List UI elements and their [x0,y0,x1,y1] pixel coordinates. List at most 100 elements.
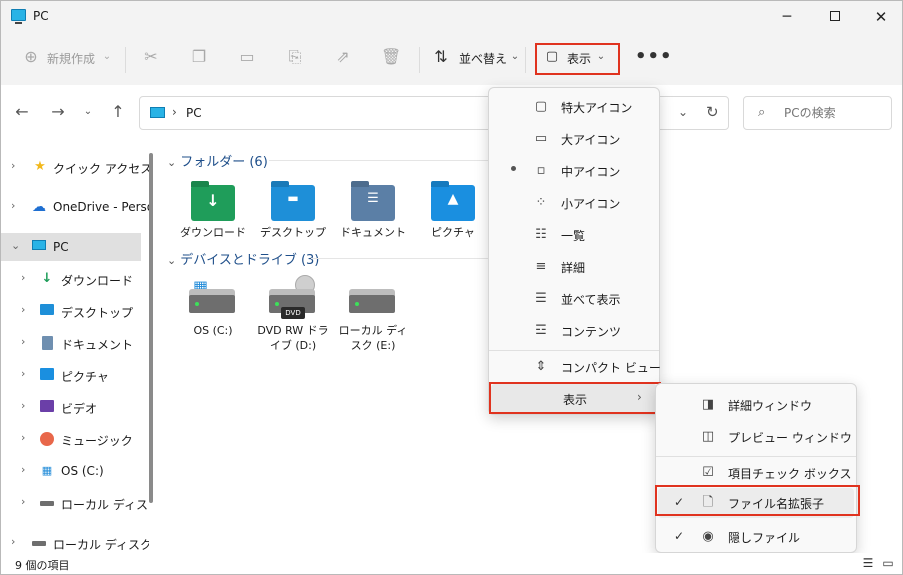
chevron-down-icon: ⌄ [102,51,112,62]
video-icon [40,400,54,414]
show-item-highlight [489,382,661,414]
submenu-item-label: 隠しファイル [728,531,801,545]
menu-divider [489,350,659,351]
large-icons-view-icon[interactable]: ▭ [881,556,895,570]
share-icon[interactable]: ⇗ [333,47,353,67]
group-title: フォルダー (6) [180,155,268,170]
sidebar-item-videos[interactable]: › ビデオ [1,393,141,421]
submenu-item-details-pane[interactable]: ◨ 詳細ウィンドウ [658,390,854,420]
view-menu: ▢ 特大アイコン ▭ 大アイコン ▫ 中アイコン ⁘ 小アイコン ☷ 一覧 ≡ … [488,87,661,415]
search-input[interactable] [784,104,884,122]
rename-icon[interactable]: ⎘ [285,47,305,67]
view-button-highlight [535,43,620,75]
menu-item-list[interactable]: ☷ 一覧 [493,220,655,250]
drive-tile-local-e[interactable]: ローカル ディスク (E:) [335,275,411,355]
drive-tile-dvd-d[interactable]: DVD DVD RW ドライブ (D:) [255,275,331,355]
expand-chevron-icon[interactable]: › [11,535,15,548]
menu-item-label: 一覧 [561,229,586,243]
minimize-button[interactable]: ─ [764,1,810,33]
menu-item-content[interactable]: ☲ コンテンツ [493,316,655,346]
folder-tile-pictures[interactable]: ▲ ピクチャ [415,185,491,245]
folder-tile-downloads[interactable]: ↓ ダウンロード [175,185,251,245]
menu-item-tiles[interactable]: ☰ 並べて表示 [493,284,655,314]
divider [125,47,126,73]
submenu-item-item-checkboxes[interactable]: ☑ 項目チェック ボックス [658,458,854,488]
content-pane: ⌄ フォルダー (6) ↓ ダウンロード ▬ デスクトップ ☰ ドキュメント ▲ … [161,141,491,553]
menu-item-details[interactable]: ≡ 詳細 [493,252,655,282]
expand-chevron-icon[interactable]: › [21,431,25,444]
sidebar-item-local-disk-e[interactable]: › ローカル ディスク (E: [1,529,149,553]
sidebar-item-pc[interactable]: ⌄ PC [1,233,141,261]
copy-icon[interactable]: ❐ [189,47,209,67]
address-dropdown-icon[interactable]: ⌄ [678,105,688,119]
expand-chevron-icon[interactable]: › [21,399,25,412]
command-bar: ⊕ 新規作成 ⌄ ✂ ❐ ▭ ⎘ ⇗ 🗑 ⇅ 並べ替え ⌄ ▢ 表示 ⌄ ••• [1,33,902,85]
expand-chevron-icon[interactable]: › [21,463,25,476]
menu-item-small-icons[interactable]: ⁘ 小アイコン [493,188,655,218]
breadcrumb[interactable]: PC [186,106,202,120]
submenu-item-preview-pane[interactable]: ◫ プレビュー ウィンドウ [658,422,854,452]
extra-large-icons-icon: ▢ [534,99,548,114]
expand-chevron-icon[interactable]: › [21,335,25,348]
sidebar-item-onedrive[interactable]: › ☁ OneDrive - Perso [1,193,149,221]
sidebar-item-pictures[interactable]: › ピクチャ [1,361,141,389]
expand-chevron-icon[interactable]: › [21,271,25,284]
menu-item-compact-view[interactable]: ⇕ コンパクト ビュー [493,352,661,382]
menu-item-label: コンテンツ [561,325,622,339]
drive-body [189,295,235,313]
sidebar-item-quick-access[interactable]: › ★ クイック アクセス [1,153,149,181]
sidebar-item-music[interactable]: › ミュージック [1,425,141,453]
expand-chevron-icon[interactable]: › [11,199,15,212]
maximize-button[interactable] [812,1,858,33]
close-button[interactable]: ✕ [858,1,902,33]
refresh-icon[interactable]: ↻ [706,103,719,121]
recent-chevron-icon[interactable]: ⌄ [79,103,97,121]
up-arrow-icon[interactable]: ↑ [109,103,127,121]
pc-icon [32,240,46,254]
details-view-icon[interactable]: ☰ [861,556,875,570]
new-button[interactable]: 新規作成 [47,45,95,73]
menu-item-medium-icons[interactable]: ▫ 中アイコン [493,156,655,186]
submenu-item-hidden-files[interactable]: ✓ ◉ 隠しファイル [658,522,854,552]
cloud-icon: ☁ [32,199,46,215]
address-row: ← → ⌄ ↑ › PC ⌄ ↻ ⌕ [1,85,902,141]
sidebar-item-documents[interactable]: › ドキュメント [1,329,141,357]
folder-tile-desktop[interactable]: ▬ デスクトップ [255,185,331,245]
sidebar-item-label: ビデオ [61,402,98,416]
search-box[interactable]: ⌕ [743,96,892,130]
devices-group-header[interactable]: ⌄ デバイスとドライブ (3) [167,249,319,268]
navigation-pane: › ★ クイック アクセス › ☁ OneDrive - Perso ⌄ PC … [1,141,149,553]
more-options-button[interactable]: ••• [635,45,672,73]
tile-label: ピクチャ [431,226,475,239]
sidebar-item-downloads[interactable]: › ↓ ダウンロード [1,265,141,293]
sidebar-item-os-c[interactable]: › ▦ OS (C:) [1,457,141,485]
menu-item-label: 詳細 [561,261,586,275]
expand-chevron-icon[interactable]: › [21,367,25,380]
delete-icon[interactable]: 🗑 [381,47,401,67]
drive-tile-os-c[interactable]: ▦ OS (C:) [175,275,251,355]
drive-body [349,295,395,313]
menu-item-extra-large-icons[interactable]: ▢ 特大アイコン [493,92,655,122]
sort-icon: ⇅ [434,47,448,66]
menu-item-large-icons[interactable]: ▭ 大アイコン [493,124,655,154]
cut-icon[interactable]: ✂ [141,47,161,67]
folder-icon: ▲ [431,185,475,221]
sort-button[interactable]: 並べ替え [459,45,507,73]
forward-arrow-icon[interactable]: → [49,103,67,121]
sidebar-item-local-disk[interactable]: › ローカル ディスク ( [1,489,149,517]
sidebar-scrollbar[interactable] [149,153,153,503]
menu-item-label: コンパクト ビュー [561,361,661,375]
expand-chevron-icon[interactable]: › [11,159,15,172]
folders-group-header[interactable]: ⌄ フォルダー (6) [167,151,268,170]
sidebar-item-desktop[interactable]: › デスクトップ [1,297,141,325]
tile-label: デスクトップ [260,226,326,239]
back-arrow-icon[interactable]: ← [13,103,31,121]
folder-tile-documents[interactable]: ☰ ドキュメント [335,185,411,245]
expand-chevron-icon[interactable]: › [21,495,25,508]
collapse-chevron-icon[interactable]: ⌄ [11,239,20,252]
tile-label: DVD RW ドライブ (D:) [257,324,329,352]
paste-icon[interactable]: ▭ [237,47,257,67]
sidebar-item-label: ローカル ディスク ( [61,498,149,512]
picture-icon [40,368,54,382]
expand-chevron-icon[interactable]: › [21,303,25,316]
